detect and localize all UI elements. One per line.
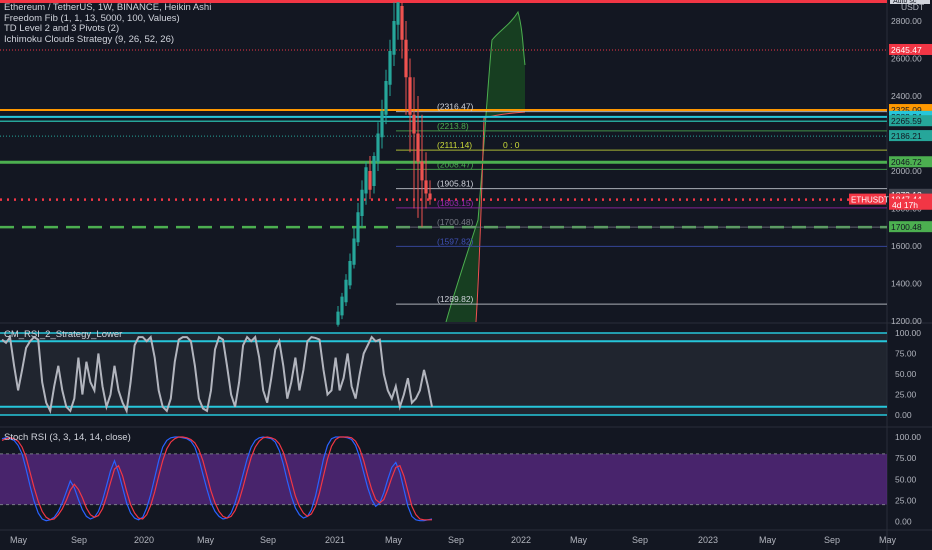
candle-body xyxy=(424,180,428,194)
chart-canvas[interactable]: (2316.47) (2213.8) (2111.14) 0 : 0 (2008.47)… xyxy=(0,0,932,550)
price-tag-label: 2186.21 xyxy=(891,131,922,141)
price-axis-tick: 1600.00 xyxy=(891,241,922,251)
fib-level-label: (1597.82) xyxy=(437,236,474,246)
stoch-axis-tick: 50.00 xyxy=(895,474,917,484)
price-tag-label: 2645.47 xyxy=(891,45,922,55)
stoch-axis-tick: 25.00 xyxy=(895,495,917,505)
stoch-axis-tick: 0.00 xyxy=(895,517,912,527)
auto-scale-tag-label: Auto sc xyxy=(893,0,917,5)
candle-body xyxy=(404,39,408,78)
stoch-band-fill xyxy=(0,453,887,505)
chart-legend: Ethereum / TetherUS, 1W, BINANCE, Heikin… xyxy=(4,2,212,46)
price-axis-tick: 2400.00 xyxy=(891,91,922,101)
candle-body xyxy=(412,114,416,134)
stoch-axis-tick: 75.00 xyxy=(895,453,917,463)
candle-body xyxy=(396,2,400,25)
rsi-axis-tick: 100.00 xyxy=(895,328,921,338)
candle-body xyxy=(352,238,356,265)
symbol-title: Ethereum / TetherUS, 1W, BINANCE, Heikin… xyxy=(4,2,212,13)
time-axis-label: 2020 xyxy=(134,535,154,545)
stoch-axis-tick: 100.00 xyxy=(895,432,921,442)
candle-body xyxy=(376,133,380,162)
candle-body xyxy=(372,156,376,186)
indicator-ichimoku[interactable]: Ichimoku Clouds Strategy (9, 26, 52, 26) xyxy=(4,34,211,46)
fib-level-label: (1905.81) xyxy=(437,179,474,189)
rsi-axis-tick: 75.00 xyxy=(895,349,917,359)
rsi-axis-tick: 25.00 xyxy=(895,390,917,400)
candle-body xyxy=(400,6,404,40)
time-axis-label: 2021 xyxy=(325,535,345,545)
price-axis-tick: 1400.00 xyxy=(891,279,922,289)
fib-level-label: 0 : 0 xyxy=(503,140,520,150)
time-axis-label: May xyxy=(10,535,28,545)
price-axis-tick: 1200.00 xyxy=(891,316,922,326)
candle-body xyxy=(428,193,432,200)
candle-body xyxy=(420,161,424,181)
time-axis-label: Sep xyxy=(448,535,464,545)
fib-level-label: (1700.48) xyxy=(437,217,474,227)
rsi-band-fill xyxy=(0,333,887,415)
symbol-tag-label: ETHUSDT xyxy=(851,196,889,205)
rsi-axis-tick: 50.00 xyxy=(895,369,917,379)
time-axis-label: 2022 xyxy=(511,535,531,545)
candle-body xyxy=(344,279,348,303)
candle-body xyxy=(408,77,412,115)
fib-level-label: (1803.15) xyxy=(437,198,474,208)
time-axis-label: Sep xyxy=(71,535,87,545)
time-axis-label: May xyxy=(570,535,588,545)
candle-body xyxy=(340,296,344,316)
price-tag-label: 2265.59 xyxy=(891,116,922,126)
price-tag-label: 1700.48 xyxy=(891,222,922,232)
candle-body xyxy=(336,311,340,325)
time-axis-label: 2023 xyxy=(698,535,718,545)
cm-rsi-pane-title[interactable]: CM_RSI_2_Strategy_Lower xyxy=(4,329,122,340)
candle-body xyxy=(356,212,360,243)
price-axis-tick: 2800.00 xyxy=(891,16,922,26)
time-axis-label: Sep xyxy=(824,535,840,545)
fib-level-label: (2111.14) xyxy=(437,140,472,150)
price-axis-tick: 2600.00 xyxy=(891,54,922,64)
candle-body xyxy=(360,189,364,216)
time-axis-label: May xyxy=(197,535,215,545)
price-axis-tick: 2000.00 xyxy=(891,166,922,176)
time-axis-label: May xyxy=(879,535,897,545)
time-axis-label: May xyxy=(759,535,777,545)
candle-body xyxy=(388,51,392,85)
candle-body xyxy=(380,111,384,138)
candle-body xyxy=(384,81,388,115)
candle-body xyxy=(368,171,372,190)
time-axis-label: May xyxy=(385,535,403,545)
candle-body xyxy=(416,133,420,162)
fib-level-label: (2316.47) xyxy=(437,102,474,112)
candle-body xyxy=(364,167,368,194)
countdown-label: 4d 17h xyxy=(892,200,918,210)
price-tag-label: 2046.72 xyxy=(891,157,922,167)
time-axis-label: Sep xyxy=(260,535,276,545)
rsi-axis-tick: 0.00 xyxy=(895,410,912,420)
fib-level-label: (2213.8) xyxy=(437,121,469,131)
fib-level-label: (2008.47) xyxy=(437,159,474,169)
candle-body xyxy=(392,21,396,55)
candle-body xyxy=(348,261,352,286)
fib-level-label: (1289.82) xyxy=(437,294,474,304)
time-axis-label: Sep xyxy=(632,535,648,545)
stoch-rsi-pane-title[interactable]: Stoch RSI (3, 3, 14, 14, close) xyxy=(4,432,131,443)
